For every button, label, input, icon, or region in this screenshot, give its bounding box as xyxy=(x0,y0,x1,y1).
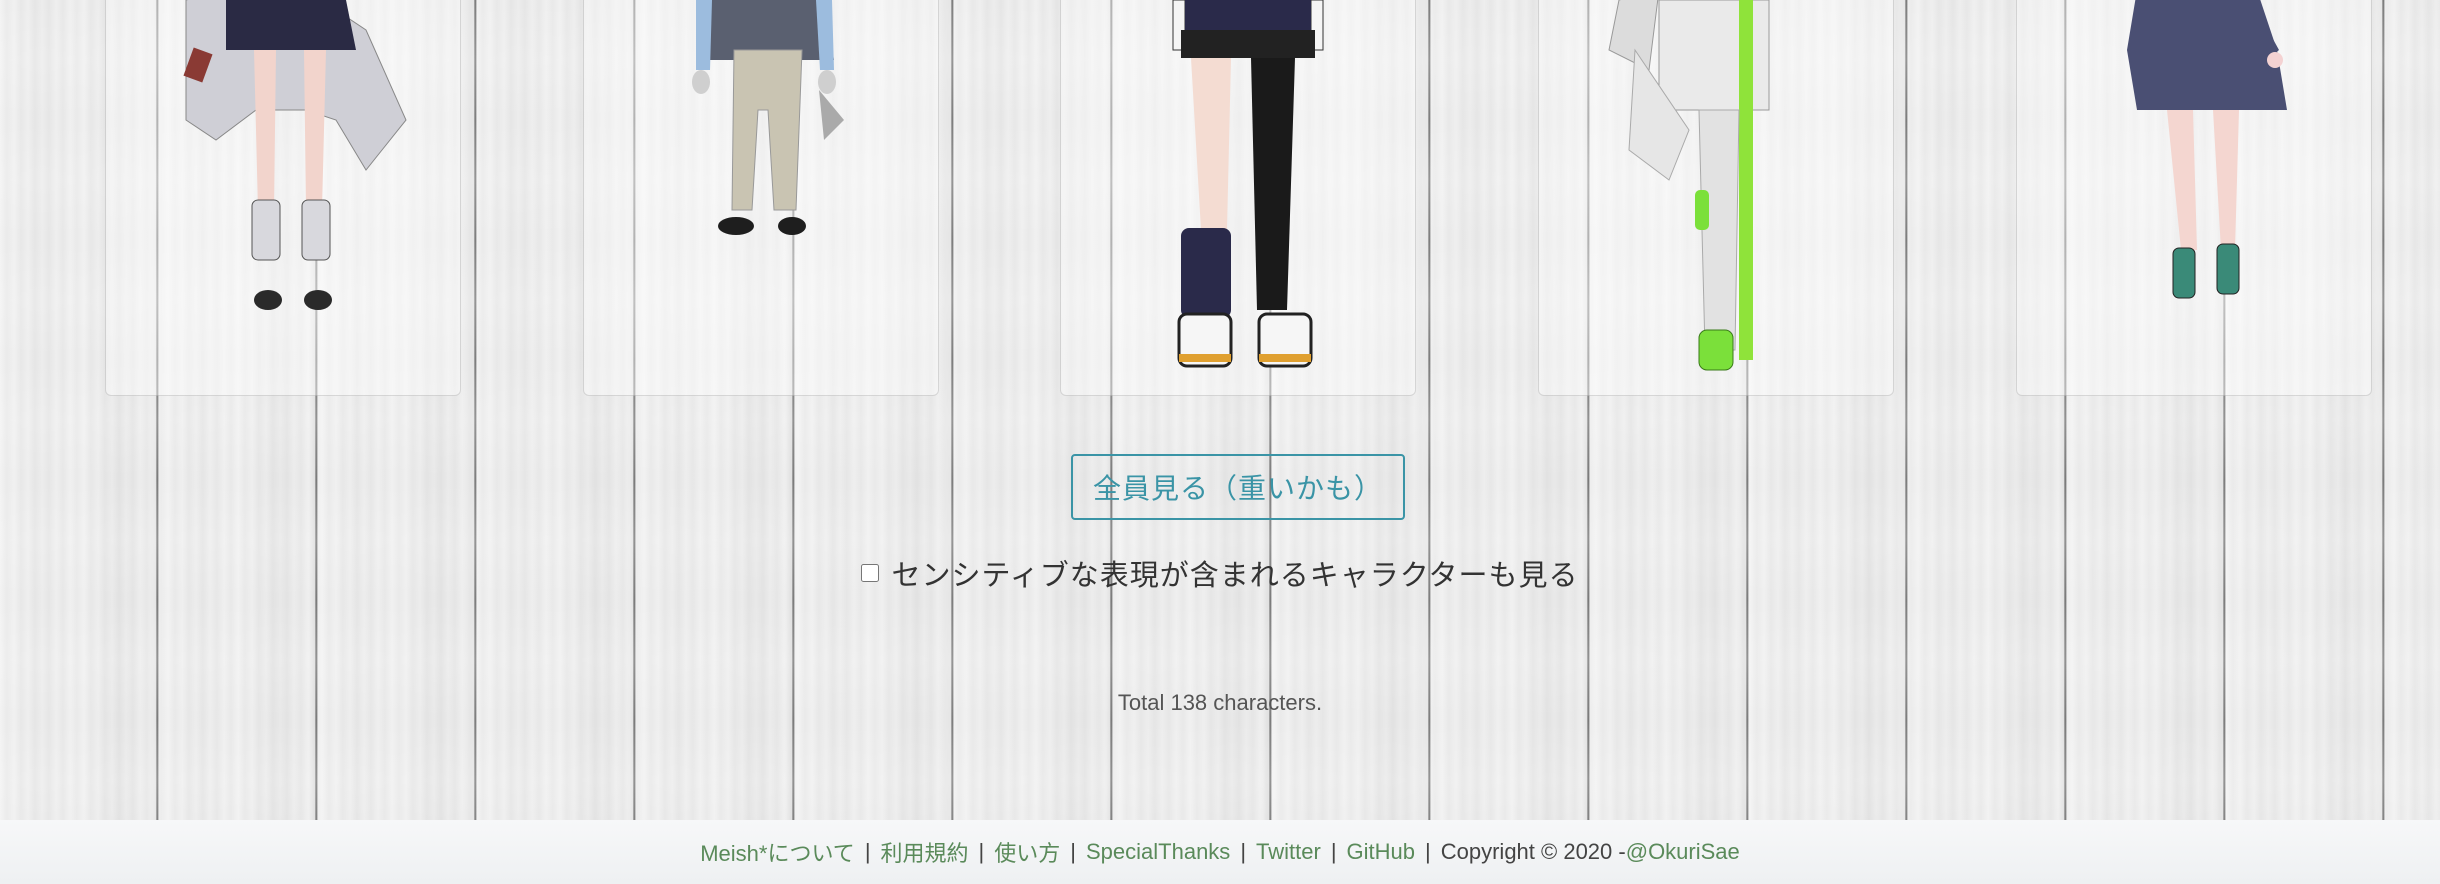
show-all-button[interactable]: 全員見る（重いかも） xyxy=(1071,454,1405,520)
footer-separator: | xyxy=(1330,839,1337,864)
character-card-row xyxy=(0,0,2440,400)
character-illustration xyxy=(1608,0,1770,371)
sensitive-content-label[interactable]: センシティブな表現が含まれるキャラクターも見る xyxy=(891,552,1578,594)
character-illustration xyxy=(2127,0,2287,299)
character-illustration xyxy=(1172,0,1324,368)
character-card[interactable] xyxy=(1060,0,1416,396)
character-card[interactable] xyxy=(2016,0,2372,396)
author-link[interactable]: @OkuriSae xyxy=(1626,839,1740,865)
sensitive-content-checkbox[interactable] xyxy=(861,564,880,582)
footer-link-github[interactable]: GitHub xyxy=(1347,839,1415,865)
footer-link-twitter[interactable]: Twitter xyxy=(1256,839,1321,865)
character-card[interactable] xyxy=(583,0,939,396)
total-characters-text: Total 138 characters. xyxy=(1117,690,1323,715)
footer-separator: | xyxy=(864,839,871,864)
character-illustration xyxy=(183,0,407,310)
footer: Meish*について | 利用規約 | 使い方 | SpecialThanks … xyxy=(0,820,2440,884)
footer-link-usage[interactable]: 使い方 xyxy=(994,836,1060,868)
footer-link-terms[interactable]: 利用規約 xyxy=(881,836,969,868)
footer-separator: | xyxy=(1425,839,1431,864)
footer-link-special-thanks[interactable]: SpecialThanks xyxy=(1086,839,1230,865)
character-card[interactable] xyxy=(1538,0,1894,396)
footer-separator: | xyxy=(1240,839,1247,864)
character-illustration xyxy=(692,0,844,235)
character-card[interactable] xyxy=(105,0,461,396)
footer-separator: | xyxy=(1070,839,1076,864)
footer-separator: | xyxy=(978,839,985,864)
footer-link-about[interactable]: Meish*について xyxy=(700,836,855,868)
sensitive-toggle-row: センシティブな表現が含まれるキャラクターも見る xyxy=(0,552,2440,594)
copyright-text: Copyright © 2020 - xyxy=(1440,839,1626,864)
